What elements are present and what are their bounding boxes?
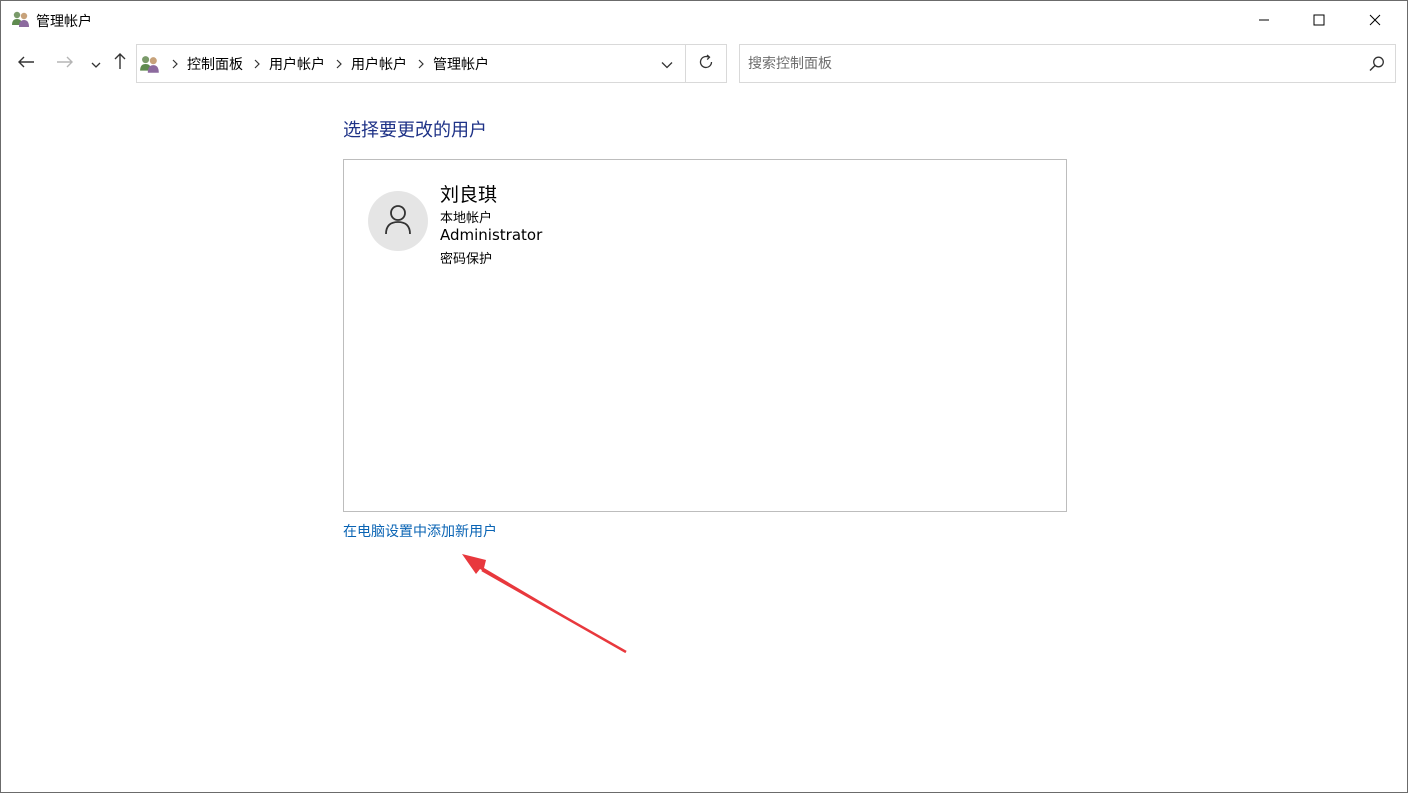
- address-history-dropdown[interactable]: [649, 45, 685, 82]
- back-button[interactable]: [15, 52, 37, 74]
- chevron-right-icon[interactable]: [411, 45, 431, 82]
- avatar: [368, 191, 428, 251]
- chevron-right-icon[interactable]: [247, 45, 267, 82]
- maximize-button[interactable]: [1296, 1, 1342, 39]
- breadcrumb-manage-accounts[interactable]: 管理帐户: [431, 54, 493, 74]
- chevron-right-icon[interactable]: [165, 45, 185, 82]
- forward-button[interactable]: [54, 52, 76, 74]
- back-arrow-icon: [17, 54, 35, 73]
- breadcrumb-control-panel[interactable]: 控制面板: [185, 54, 247, 74]
- user-accounts-icon: [11, 10, 31, 28]
- refresh-icon: [698, 54, 714, 74]
- user-account-type: 本地帐户: [440, 211, 493, 226]
- recent-locations-button[interactable]: [85, 52, 107, 74]
- minimize-button[interactable]: [1241, 1, 1287, 39]
- chevron-down-icon: [91, 54, 101, 73]
- refresh-button[interactable]: [686, 45, 726, 82]
- manage-accounts-window: 管理帐户 控制面板 用户帐户 用户帐户 管理帐户 搜索控制面板 选择要更改的用户…: [0, 0, 1408, 793]
- search-icon[interactable]: [1368, 55, 1386, 73]
- forward-arrow-icon: [56, 54, 74, 73]
- up-button[interactable]: [109, 52, 131, 74]
- close-button[interactable]: [1352, 1, 1398, 39]
- minimize-icon: [1258, 11, 1270, 30]
- search-box[interactable]: [739, 44, 1396, 83]
- user-account-tile[interactable]: 刘良琪 本地帐户 Administrator 密码保护: [366, 180, 606, 267]
- chevron-down-icon: [661, 54, 673, 73]
- chevron-right-icon[interactable]: [329, 45, 349, 82]
- user-list-panel: 刘良琪 本地帐户 Administrator 密码保护: [343, 159, 1067, 512]
- annotation-arrow-icon: [462, 554, 627, 654]
- add-new-user-link[interactable]: 在电脑设置中添加新用户: [343, 521, 497, 541]
- user-role: Administrator: [440, 226, 543, 244]
- page-heading: 选择要更改的用户: [343, 120, 487, 141]
- breadcrumb-user-accounts[interactable]: 用户帐户: [349, 54, 411, 74]
- search-input[interactable]: [748, 53, 1348, 75]
- maximize-icon: [1313, 11, 1325, 30]
- title-bar: 管理帐户: [1, 1, 1407, 39]
- person-icon: [384, 203, 412, 239]
- user-name: 刘良琪: [440, 184, 498, 206]
- user-password-status: 密码保护: [440, 252, 493, 267]
- user-accounts-icon: [139, 54, 161, 74]
- window-title: 管理帐户: [36, 14, 92, 30]
- address-bar[interactable]: 控制面板 用户帐户 用户帐户 管理帐户: [136, 44, 727, 83]
- close-icon: [1369, 11, 1381, 30]
- breadcrumb: 控制面板 用户帐户 用户帐户 管理帐户: [165, 45, 493, 82]
- breadcrumb-user-accounts-category[interactable]: 用户帐户: [267, 54, 329, 74]
- up-arrow-icon: [113, 52, 127, 74]
